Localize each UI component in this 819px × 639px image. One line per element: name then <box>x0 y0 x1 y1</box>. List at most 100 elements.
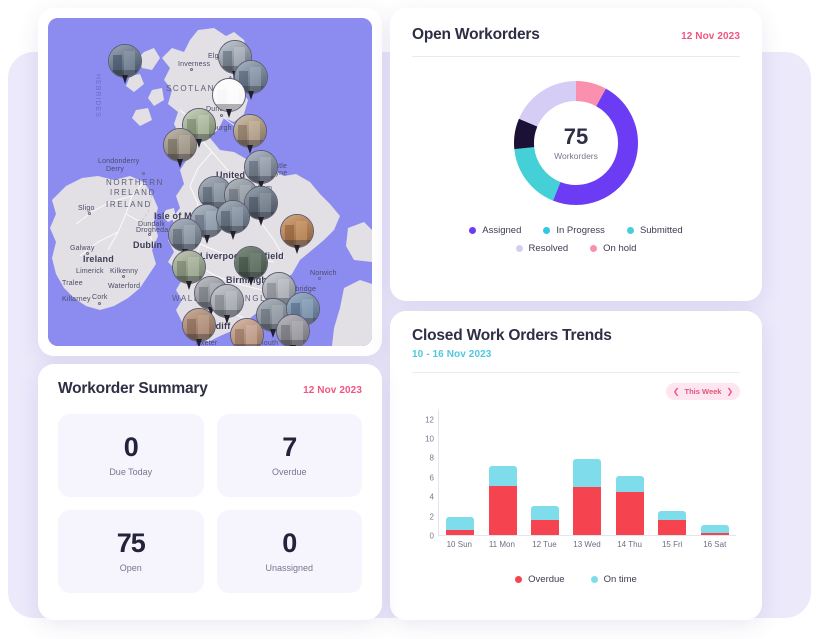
y-axis-tick: 12 <box>425 415 434 424</box>
bar-segment-overdue[interactable] <box>573 487 601 535</box>
donut-legend: Assigned In Progress Submitted Resolved On h… <box>412 225 740 254</box>
legend-item-resolved[interactable]: Resolved <box>516 243 569 254</box>
map-city-dot <box>86 252 89 255</box>
bar-segment-overdue[interactable] <box>658 520 686 535</box>
map-city-dot <box>318 277 321 280</box>
bar-column[interactable] <box>524 410 566 535</box>
pin-photo-thumbnail <box>280 214 314 248</box>
bar-segment-on-time[interactable] <box>489 466 517 485</box>
bar-segment-on-time[interactable] <box>701 525 729 532</box>
legend-color-dot <box>543 227 550 234</box>
page-title: Open Workorders <box>412 26 540 44</box>
bar-stack[interactable] <box>573 410 601 535</box>
bar-segment-on-time[interactable] <box>616 476 644 492</box>
open-workorders-date: 12 Nov 2023 <box>681 31 740 42</box>
bar-segment-overdue[interactable] <box>531 520 559 535</box>
legend-item-submitted[interactable]: Submitted <box>627 225 683 236</box>
bar-segment-overdue[interactable] <box>616 492 644 535</box>
tile-label: Overdue <box>272 467 307 477</box>
legend-label: In Progress <box>556 225 605 236</box>
bar-column[interactable] <box>439 410 481 535</box>
map-workorder-pin[interactable] <box>233 114 267 154</box>
x-axis-tick: 15 Fri <box>651 540 694 549</box>
legend-row: Assigned In Progress Submitted <box>412 225 740 236</box>
map-workorder-pin[interactable] <box>108 44 142 84</box>
tile-label: Due Today <box>109 467 152 477</box>
closed-trends-subtitle: 10 - 16 Nov 2023 <box>412 349 740 360</box>
legend-label: On hold <box>603 243 636 254</box>
chevron-right-icon[interactable]: ❯ <box>726 388 733 396</box>
legend-item-on-hold[interactable]: On hold <box>590 243 636 254</box>
map-workorder-pin[interactable] <box>216 200 250 240</box>
bar-segment-on-time[interactable] <box>446 517 474 530</box>
bar-stack[interactable] <box>446 410 474 535</box>
legend-color-dot <box>515 576 522 583</box>
tile-label: Unassigned <box>265 563 313 573</box>
bar-column[interactable] <box>481 410 523 535</box>
bar-stack[interactable] <box>489 410 517 535</box>
map-workorder-pin[interactable] <box>280 214 314 254</box>
week-range-selector[interactable]: ❮ This Week ❯ <box>666 383 740 400</box>
chevron-left-icon[interactable]: ❮ <box>673 388 680 396</box>
bar-column[interactable] <box>609 410 651 535</box>
legend-item-in-progress[interactable]: In Progress <box>543 225 605 236</box>
bar-stack[interactable] <box>658 410 686 535</box>
bar-column[interactable] <box>651 410 693 535</box>
open-workorders-card: Open Workorders 12 Nov 2023 75 Workorder… <box>390 8 762 301</box>
x-axis-tick: 13 Wed <box>566 540 609 549</box>
bar-chart-legend: Overdue On time <box>412 574 740 585</box>
map-card[interactable]: HEBRIDES PortreeElginInvernessSCOTLANDDu… <box>38 8 382 356</box>
workorder-summary-card: Workorder Summary 12 Nov 2023 0 Due Today… <box>38 364 382 620</box>
workorder-summary-header: Workorder Summary 12 Nov 2023 <box>58 380 362 398</box>
bar-stack[interactable] <box>701 410 729 535</box>
summary-tile-unassigned[interactable]: 0Unassigned <box>217 510 363 593</box>
bar-legend-item-on-time[interactable]: On time <box>591 574 637 585</box>
y-axis-tick: 8 <box>430 454 434 463</box>
bar-column[interactable] <box>566 410 608 535</box>
pin-photo-thumbnail <box>168 218 202 252</box>
map-workorder-pin[interactable] <box>230 318 264 346</box>
map-frame[interactable]: HEBRIDES PortreeElginInvernessSCOTLANDDu… <box>48 18 372 346</box>
legend-item-assigned[interactable]: Assigned <box>469 225 521 236</box>
map-workorder-pin[interactable] <box>276 314 310 346</box>
pin-tail <box>230 231 236 240</box>
pin-tail <box>186 281 192 290</box>
bar-stack[interactable] <box>531 410 559 535</box>
y-axis-tick: 6 <box>430 473 434 482</box>
bar-segment-on-time[interactable] <box>573 459 601 486</box>
bar-column[interactable] <box>694 410 736 535</box>
bar-group[interactable] <box>439 410 736 535</box>
map-workorder-pin[interactable] <box>163 128 197 168</box>
summary-tile-overdue[interactable]: 7Overdue <box>217 414 363 497</box>
pin-tail <box>226 109 232 118</box>
bar-segment-overdue[interactable] <box>489 486 517 535</box>
closed-trends-card: Closed Work Orders Trends 10 - 16 Nov 20… <box>390 311 762 620</box>
summary-tile-open[interactable]: 75Open <box>58 510 204 593</box>
workorder-summary-date: 12 Nov 2023 <box>303 385 362 396</box>
tile-value: 0 <box>124 434 138 461</box>
bar-segment-on-time[interactable] <box>531 506 559 521</box>
legend-color-dot <box>627 227 634 234</box>
pin-photo-thumbnail <box>216 200 250 234</box>
bar-stack[interactable] <box>616 410 644 535</box>
map-workorder-pin[interactable] <box>212 78 246 118</box>
x-axis-tick: 10 Sun <box>438 540 481 549</box>
legend-label: Overdue <box>528 574 564 585</box>
bar-segment-overdue[interactable] <box>446 530 474 535</box>
y-axis-tick: 0 <box>430 532 434 541</box>
pin-tail <box>290 345 296 346</box>
donut-chart[interactable]: 75 Workorders <box>510 77 642 209</box>
tile-label: Open <box>120 563 142 573</box>
legend-label: Submitted <box>640 225 683 236</box>
summary-tile-due-today[interactable]: 0 Due Today <box>58 414 204 497</box>
closed-trends-title: Closed Work Orders Trends <box>412 327 740 345</box>
legend-color-dot <box>469 227 476 234</box>
pin-tail <box>258 217 264 226</box>
bar-segment-on-time[interactable] <box>658 511 686 521</box>
pin-tail <box>196 339 202 346</box>
map-workorder-pin[interactable] <box>182 308 216 346</box>
bar-legend-item-overdue[interactable]: Overdue <box>515 574 564 585</box>
pin-photo-thumbnail <box>230 318 264 346</box>
legend-label: Resolved <box>529 243 569 254</box>
bar-segment-overdue[interactable] <box>701 533 729 535</box>
